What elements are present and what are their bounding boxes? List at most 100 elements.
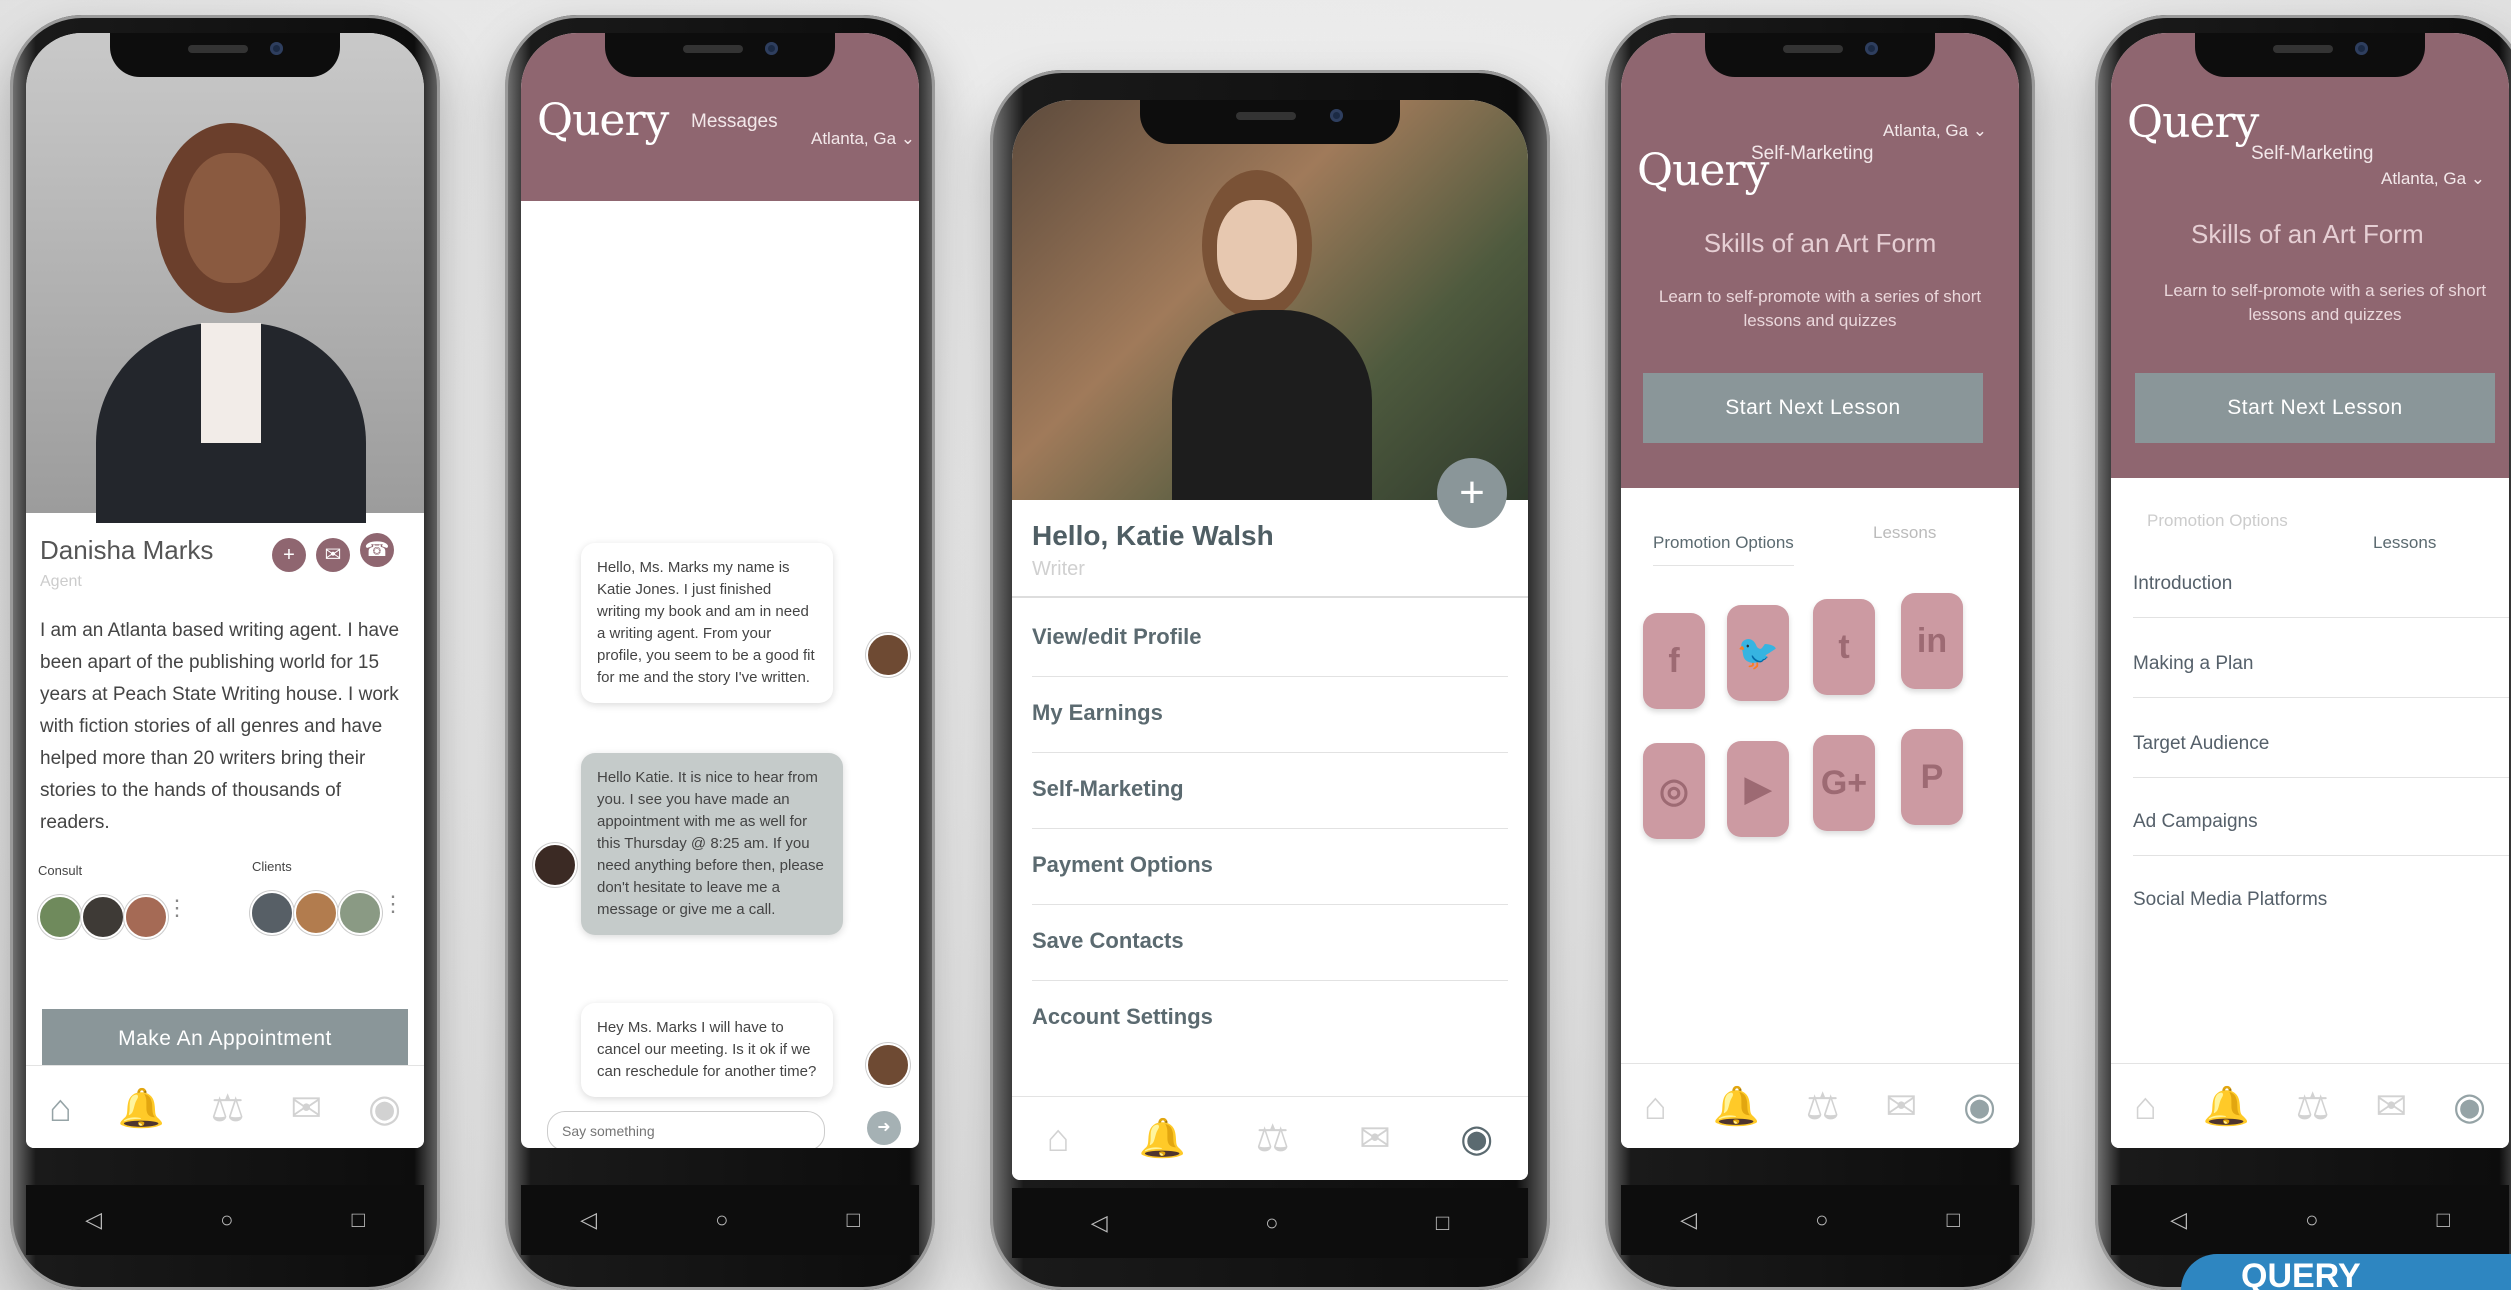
recents-icon[interactable]: □ xyxy=(2437,1207,2450,1233)
consult-label: Consult xyxy=(38,863,83,878)
home-icon[interactable]: ⌂ xyxy=(2134,1088,2157,1126)
recents-icon[interactable]: □ xyxy=(352,1207,365,1233)
profile-icon[interactable]: ◉ xyxy=(1460,1120,1493,1158)
avatar[interactable] xyxy=(38,895,82,939)
home-nav-icon[interactable]: ○ xyxy=(220,1207,233,1233)
twitter-icon[interactable]: 🐦 xyxy=(1727,605,1789,701)
gavel-icon[interactable]: ⚖ xyxy=(2296,1088,2330,1126)
home-nav-icon[interactable]: ○ xyxy=(715,1207,728,1233)
call-button[interactable]: ☎ xyxy=(360,533,394,567)
avatar[interactable] xyxy=(294,891,338,935)
home-nav-icon[interactable]: ○ xyxy=(2305,1207,2318,1233)
menu-payment-options[interactable]: Payment Options xyxy=(1032,852,1508,905)
back-icon[interactable]: ◁ xyxy=(1680,1207,1697,1233)
back-icon[interactable]: ◁ xyxy=(580,1207,597,1233)
app-logo: Query xyxy=(1637,145,1769,196)
location-dropdown[interactable]: Atlanta, Ga ⌄ xyxy=(2381,169,2485,189)
lesson-item[interactable]: Social Media Platforms xyxy=(2133,889,2509,933)
message-sent: Hello, Ms. Marks my name is Katie Jones.… xyxy=(581,543,833,703)
start-next-lesson-button[interactable]: Start Next Lesson xyxy=(2135,373,2495,443)
menu-self-marketing[interactable]: Self-Marketing xyxy=(1032,776,1508,829)
lesson-item[interactable]: Ad Campaigns xyxy=(2133,811,2509,856)
bell-icon[interactable]: 🔔 xyxy=(118,1090,165,1128)
lesson-item[interactable]: Target Audience xyxy=(2133,733,2509,778)
bell-icon[interactable]: 🔔 xyxy=(1139,1120,1186,1158)
avatar[interactable] xyxy=(124,895,168,939)
profile-icon[interactable]: ◉ xyxy=(2453,1088,2486,1126)
add-contact-button[interactable]: + xyxy=(272,538,306,572)
avatar[interactable] xyxy=(81,895,125,939)
message-input[interactable] xyxy=(547,1111,825,1148)
tab-promotion-options[interactable]: Promotion Options xyxy=(2147,511,2288,531)
home-icon[interactable]: ⌂ xyxy=(49,1090,72,1128)
send-button[interactable]: ➜ xyxy=(867,1111,901,1145)
agent-name: Danisha Marks xyxy=(40,535,214,565)
mail-icon[interactable]: ✉ xyxy=(2375,1088,2407,1126)
tumblr-icon[interactable]: t xyxy=(1813,599,1875,695)
google-plus-icon[interactable]: G+ xyxy=(1813,735,1875,831)
bell-icon[interactable]: 🔔 xyxy=(2203,1088,2250,1126)
agent-bio: I am an Atlanta based writing agent. I h… xyxy=(40,620,400,833)
home-icon[interactable]: ⌂ xyxy=(1047,1120,1070,1158)
pinterest-icon[interactable]: P xyxy=(1901,729,1963,825)
page-title: Self-Marketing xyxy=(2251,143,2374,164)
menu-account-settings[interactable]: Account Settings xyxy=(1032,1004,1508,1056)
android-nav: ◁ ○ □ xyxy=(1012,1188,1528,1258)
add-button[interactable]: + xyxy=(1437,458,1507,528)
youtube-icon[interactable]: ▶ xyxy=(1727,741,1789,837)
greeting: Hello, Katie Walsh xyxy=(1032,520,1274,551)
tab-lessons[interactable]: Lessons xyxy=(2373,533,2436,553)
avatar xyxy=(866,1043,910,1087)
phone-self-marketing-lessons: Query Self-Marketing Atlanta, Ga ⌄ Skill… xyxy=(2095,15,2511,1290)
header-divider xyxy=(1012,596,1528,598)
more-icon[interactable]: ⋮ xyxy=(382,891,404,917)
phone-self-marketing-promo: Query Self-Marketing Atlanta, Ga ⌄ Skill… xyxy=(1605,15,2035,1290)
back-icon[interactable]: ◁ xyxy=(85,1207,102,1233)
make-appointment-button[interactable]: Make An Appointment xyxy=(42,1009,408,1069)
mail-icon[interactable]: ✉ xyxy=(1885,1088,1917,1126)
gavel-icon[interactable]: ⚖ xyxy=(211,1090,245,1128)
avatar[interactable] xyxy=(250,891,294,935)
menu-save-contacts[interactable]: Save Contacts xyxy=(1032,928,1508,981)
message-received: Hello Katie. It is nice to hear from you… xyxy=(581,753,843,935)
start-next-lesson-button[interactable]: Start Next Lesson xyxy=(1643,373,1983,443)
gavel-icon[interactable]: ⚖ xyxy=(1256,1120,1290,1158)
notch xyxy=(1705,33,1935,77)
facebook-icon[interactable]: f xyxy=(1643,613,1705,709)
back-icon[interactable]: ◁ xyxy=(2170,1207,2187,1233)
header: Query Self-Marketing Atlanta, Ga ⌄ Skill… xyxy=(1621,33,2019,488)
lessons-screen: Query Self-Marketing Atlanta, Ga ⌄ Skill… xyxy=(2111,33,2509,1148)
phone-agent-profile: Danisha Marks Agent + ✉ ☎ I am an Atlant… xyxy=(10,15,440,1290)
location-dropdown[interactable]: Atlanta, Ga ⌄ xyxy=(1883,121,1987,141)
tab-lessons[interactable]: Lessons xyxy=(1873,523,1936,543)
recents-icon[interactable]: □ xyxy=(1436,1210,1449,1236)
agent-photo xyxy=(26,33,424,523)
chat-button[interactable]: ✉ xyxy=(316,538,350,572)
brand-badge: QUERY xyxy=(2181,1254,2511,1290)
recents-icon[interactable]: □ xyxy=(847,1207,860,1233)
mail-icon[interactable]: ✉ xyxy=(1359,1120,1391,1158)
more-icon[interactable]: ⋮ xyxy=(166,895,188,921)
profile-icon[interactable]: ◉ xyxy=(368,1090,401,1128)
bell-icon[interactable]: 🔔 xyxy=(1713,1088,1760,1126)
home-nav-icon[interactable]: ○ xyxy=(1265,1210,1278,1236)
instagram-icon[interactable]: ◎ xyxy=(1643,743,1705,839)
menu-view-edit-profile[interactable]: View/edit Profile xyxy=(1032,624,1508,677)
back-icon[interactable]: ◁ xyxy=(1091,1210,1108,1236)
recents-icon[interactable]: □ xyxy=(1947,1207,1960,1233)
avatar[interactable] xyxy=(338,891,382,935)
home-icon[interactable]: ⌂ xyxy=(1644,1088,1667,1126)
tab-promotion-options[interactable]: Promotion Options xyxy=(1653,533,1794,566)
home-nav-icon[interactable]: ○ xyxy=(1815,1207,1828,1233)
linkedin-icon[interactable]: in xyxy=(1901,593,1963,689)
header: Query Self-Marketing Atlanta, Ga ⌄ Skill… xyxy=(2111,33,2509,478)
lesson-item[interactable]: Making a Plan xyxy=(2133,653,2509,698)
message-sent: Hey Ms. Marks I will have to cancel our … xyxy=(581,1003,833,1097)
menu-my-earnings[interactable]: My Earnings xyxy=(1032,700,1508,753)
location-dropdown[interactable]: Atlanta, Ga ⌄ xyxy=(811,129,915,149)
gavel-icon[interactable]: ⚖ xyxy=(1806,1088,1840,1126)
app-logo: Query xyxy=(2127,97,2259,148)
lesson-item[interactable]: Introduction xyxy=(2133,573,2509,618)
profile-icon[interactable]: ◉ xyxy=(1963,1088,1996,1126)
mail-icon[interactable]: ✉ xyxy=(290,1090,322,1128)
